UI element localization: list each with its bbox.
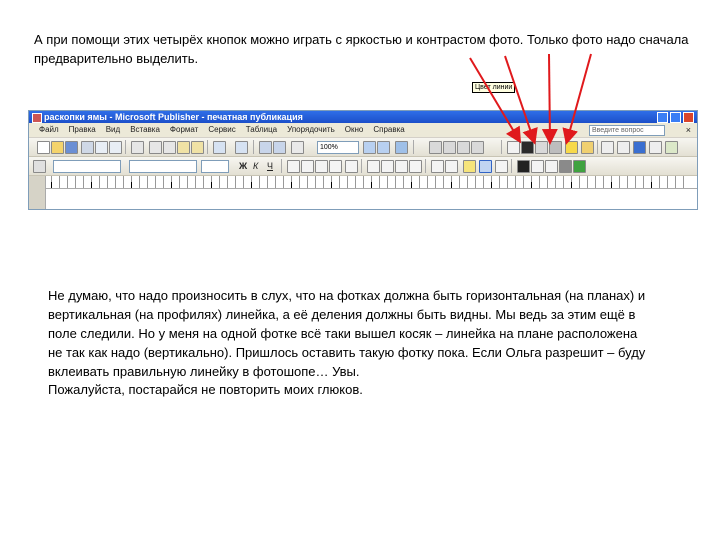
maximize-icon[interactable] bbox=[670, 112, 681, 123]
shadow-style-icon[interactable] bbox=[559, 160, 572, 173]
font-size-down-icon[interactable] bbox=[445, 160, 458, 173]
menu-bar: Файл Правка Вид Вставка Формат Сервис Таблица У… bbox=[29, 123, 697, 138]
line-color-tooltip: Цвет линии bbox=[472, 82, 516, 93]
format-painter-icon[interactable] bbox=[191, 141, 204, 154]
font-color-icon[interactable] bbox=[495, 160, 508, 173]
align-right-icon[interactable] bbox=[315, 160, 328, 173]
numbering-icon[interactable] bbox=[367, 160, 380, 173]
standard-toolbar: 100% bbox=[29, 138, 697, 157]
crop-icon[interactable] bbox=[457, 141, 470, 154]
paste-icon[interactable] bbox=[177, 141, 190, 154]
menu-window[interactable]: Окно bbox=[340, 123, 369, 137]
menu-file[interactable]: Файл bbox=[29, 123, 64, 137]
increase-indent-icon[interactable] bbox=[409, 160, 422, 173]
insert-picture-icon[interactable] bbox=[429, 141, 442, 154]
bold-button[interactable]: Ж bbox=[239, 159, 247, 173]
dash-style-icon[interactable] bbox=[617, 141, 630, 154]
print-preview-icon[interactable] bbox=[95, 141, 108, 154]
underline-button[interactable]: Ч bbox=[267, 159, 273, 173]
less-contrast-icon[interactable] bbox=[521, 141, 534, 154]
text-wrap-icon[interactable] bbox=[471, 141, 484, 154]
window-title: раскопки ямы - Microsoft Publisher - печ… bbox=[44, 112, 303, 122]
help-icon[interactable] bbox=[395, 141, 408, 154]
menu-arrange[interactable]: Упорядочить bbox=[282, 123, 340, 137]
new-icon[interactable] bbox=[37, 141, 50, 154]
undo-icon[interactable] bbox=[213, 141, 226, 154]
line-spacing-icon[interactable] bbox=[345, 160, 358, 173]
decrease-indent-icon[interactable] bbox=[395, 160, 408, 173]
styles-icon[interactable] bbox=[33, 160, 46, 173]
window-controls bbox=[657, 112, 694, 123]
menu-tools[interactable]: Сервис bbox=[203, 123, 240, 137]
bullets-icon[interactable] bbox=[381, 160, 394, 173]
menu-format[interactable]: Формат bbox=[165, 123, 203, 137]
zoom-out-icon[interactable] bbox=[363, 141, 376, 154]
menu-view[interactable]: Вид bbox=[101, 123, 125, 137]
italic-button[interactable]: К bbox=[253, 159, 258, 173]
align-center-icon[interactable] bbox=[301, 160, 314, 173]
publisher-app-icon bbox=[32, 113, 42, 123]
cut-icon[interactable] bbox=[149, 141, 162, 154]
line-weight-icon[interactable] bbox=[517, 160, 530, 173]
reset-picture-icon[interactable] bbox=[581, 141, 594, 154]
search-icon[interactable] bbox=[109, 141, 122, 154]
dash-icon[interactable] bbox=[531, 160, 544, 173]
picture-color-icon[interactable] bbox=[443, 141, 456, 154]
formatting-toolbar: Ж К Ч bbox=[29, 157, 697, 176]
close-icon[interactable] bbox=[683, 112, 694, 123]
more-brightness-icon[interactable] bbox=[535, 141, 548, 154]
bring-forward-icon[interactable] bbox=[259, 141, 272, 154]
red-arrows-overlay bbox=[469, 53, 592, 145]
print-icon[interactable] bbox=[81, 141, 94, 154]
fill-color-icon[interactable] bbox=[463, 160, 476, 173]
body-text-2: Пожалуйста, постарайся не повторить моих… bbox=[48, 382, 363, 397]
align-left-icon[interactable] bbox=[287, 160, 300, 173]
line-color-icon[interactable] bbox=[479, 160, 492, 173]
line-style-icon[interactable] bbox=[601, 141, 614, 154]
justify-icon[interactable] bbox=[329, 160, 342, 173]
redo-icon[interactable] bbox=[235, 141, 248, 154]
format-picture-icon[interactable] bbox=[649, 141, 662, 154]
horizontal-ruler[interactable] bbox=[29, 176, 697, 189]
arrow-style-icon[interactable] bbox=[545, 160, 558, 173]
image-toolbar-icon[interactable] bbox=[565, 141, 578, 154]
font-select[interactable] bbox=[129, 160, 197, 173]
body-text-1: Не думаю, что надо произносить в слух, ч… bbox=[48, 288, 646, 379]
menu-help[interactable]: Справка bbox=[368, 123, 409, 137]
copy-icon[interactable] bbox=[163, 141, 176, 154]
send-backward-icon[interactable] bbox=[273, 141, 286, 154]
minimize-icon[interactable] bbox=[657, 112, 668, 123]
zoom-in-icon[interactable] bbox=[377, 141, 390, 154]
menu-insert[interactable]: Вставка bbox=[125, 123, 165, 137]
intro-text: А при помощи этих четырёх кнопок можно и… bbox=[34, 32, 689, 66]
save-icon[interactable] bbox=[65, 141, 78, 154]
3d-style-icon[interactable] bbox=[573, 160, 586, 173]
ruler-corner[interactable] bbox=[29, 176, 46, 209]
open-icon[interactable] bbox=[51, 141, 64, 154]
spelling-icon[interactable] bbox=[131, 141, 144, 154]
font-size-select[interactable] bbox=[201, 160, 229, 173]
font-size-up-icon[interactable] bbox=[431, 160, 444, 173]
publisher-screenshot: раскопки ямы - Microsoft Publisher - печ… bbox=[28, 110, 698, 210]
less-brightness-icon[interactable] bbox=[549, 141, 562, 154]
menu-edit[interactable]: Правка bbox=[64, 123, 101, 137]
style-select[interactable] bbox=[53, 160, 121, 173]
more-contrast-icon[interactable] bbox=[507, 141, 520, 154]
color-icon[interactable] bbox=[665, 141, 678, 154]
zoom-select[interactable]: 100% bbox=[317, 141, 359, 154]
publication-workspace[interactable] bbox=[46, 189, 697, 209]
menu-table[interactable]: Таблица bbox=[241, 123, 282, 137]
window-titlebar: раскопки ямы - Microsoft Publisher - печ… bbox=[29, 111, 697, 123]
shadow-icon[interactable] bbox=[633, 141, 646, 154]
close-doc-icon[interactable]: × bbox=[686, 123, 691, 137]
ask-question-input[interactable]: Введите вопрос bbox=[589, 125, 665, 136]
columns-icon[interactable] bbox=[291, 141, 304, 154]
